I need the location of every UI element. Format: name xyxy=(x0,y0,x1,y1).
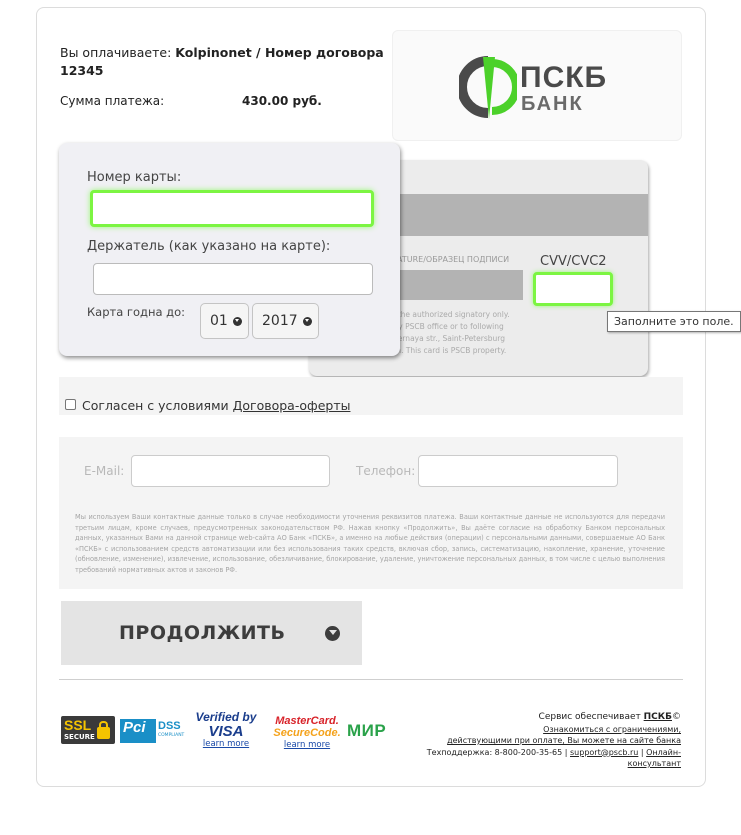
card-back-fine-print: d by the authorized signatory only. to a… xyxy=(379,309,539,357)
mastercard-bottom: SecureCode. xyxy=(273,727,341,739)
restrictions-line-2[interactable]: действующими при оплате, Вы можете на са… xyxy=(410,735,681,747)
sum-label: Сумма платежа: xyxy=(60,94,165,108)
restrictions-line-1[interactable]: Ознакомиться с ограничениями, xyxy=(410,724,681,736)
privacy-disclaimer: Мы используем Ваши контактные данные тол… xyxy=(75,513,665,574)
agreement-row: Согласен с условиями Договора-оферты xyxy=(59,377,683,415)
continue-button[interactable]: ПРОДОЛЖИТЬ xyxy=(61,601,362,665)
sum-value: 430.00 руб. xyxy=(242,94,322,108)
email-input[interactable] xyxy=(131,455,330,487)
agreement-text: Согласен с условиями Договора-оферты xyxy=(82,398,350,413)
expiry-month-select[interactable]: 01 xyxy=(200,303,249,339)
bank-logo: ПСКБ БАНК xyxy=(392,30,682,141)
validation-tooltip: Заполните это поле. xyxy=(607,311,741,332)
phone-input[interactable] xyxy=(418,455,618,487)
visa-bottom: VISA xyxy=(208,723,244,740)
support-phone: Техподдержка: 8-800-200-35-65 | xyxy=(426,747,568,757)
contact-section: E-Mail: Телефон: Мы используем Ваши конт… xyxy=(59,437,683,589)
pci-text: Pci xyxy=(120,719,156,743)
mastercard-learn-more-link[interactable]: learn more xyxy=(273,740,341,751)
fine-print-line: ertain. This card is PSCB property. xyxy=(379,346,507,355)
service-bank-link[interactable]: ПСКБ xyxy=(644,712,672,722)
chevron-down-icon xyxy=(303,317,312,326)
agreement-checkbox[interactable] xyxy=(65,399,76,410)
fine-print-line: d by the authorized signatory only. xyxy=(379,310,510,319)
expiry-year-value: 2017 xyxy=(262,313,298,329)
ssl-badge-bottom: SECURE xyxy=(64,733,95,741)
ssl-badge-top: SSL xyxy=(64,717,92,733)
ssl-secure-badge: SSL SECURE xyxy=(61,716,115,744)
agreement-label: Согласен с условиями xyxy=(82,398,229,413)
offer-contract-link[interactable]: Договора-оферты xyxy=(233,398,351,413)
email-label: E-Mail: xyxy=(84,464,125,478)
fine-print-line: to any PSCB office or to following xyxy=(379,322,504,331)
dss-text: DSS xyxy=(158,720,181,732)
chevron-down-icon xyxy=(325,626,340,641)
visa-learn-more-link[interactable]: learn more xyxy=(194,739,258,750)
cvv-input[interactable] xyxy=(533,272,613,306)
cvv-label: CVV/CVC2 xyxy=(540,254,607,269)
expiry-year-select[interactable]: 2017 xyxy=(252,303,319,339)
bank-logo-line2: БАНК xyxy=(521,93,584,115)
pscb-logo-icon xyxy=(459,56,517,119)
expiry-month-value: 01 xyxy=(210,313,228,329)
lock-icon xyxy=(97,721,110,739)
card-holder-input[interactable] xyxy=(93,263,373,295)
card-number-label: Номер карты: xyxy=(87,170,182,185)
card-holder-label: Держатель (как указано на карте): xyxy=(87,239,331,254)
expiry-label: Карта годна до: xyxy=(87,305,186,319)
card-number-input[interactable] xyxy=(90,190,374,227)
mastercard-securecode-badge: MasterCard. SecureCode. learn more xyxy=(273,715,341,755)
continue-button-label: ПРОДОЛЖИТЬ xyxy=(119,622,286,644)
chevron-down-icon xyxy=(233,317,242,326)
support-email-link[interactable]: support@pscb.ru xyxy=(570,748,638,757)
mastercard-top: MasterCard. xyxy=(275,715,339,727)
compliant-text: COMPLIANT xyxy=(158,733,185,738)
phone-label: Телефон: xyxy=(356,464,416,478)
divider xyxy=(59,679,683,680)
support-separator: | xyxy=(640,747,644,757)
mir-badge: МИР xyxy=(347,721,387,740)
verified-by-visa-badge: Verified by VISA learn more xyxy=(194,711,258,755)
payment-prefix: Вы оплачиваете: xyxy=(60,45,172,60)
fine-print-line: mpalernaya str., Saint-Petersburg xyxy=(379,334,505,343)
service-prefix: Сервис обеспечивает xyxy=(538,712,641,722)
pci-dss-badge: Pci DSS COMPLIANT xyxy=(120,719,185,743)
payment-info: Вы оплачиваете: Kolpinonet / Номер догов… xyxy=(60,44,390,108)
bank-logo-line1: ПСКБ xyxy=(520,61,608,94)
card-front: Номер карты: Держатель (как указано на к… xyxy=(59,143,400,356)
signature-label: ATURE/ОБРАЗЕЦ ПОДПИСИ xyxy=(397,255,510,264)
footer-info: Сервис обеспечивает ПСКБ© Ознакомиться с… xyxy=(410,712,681,770)
